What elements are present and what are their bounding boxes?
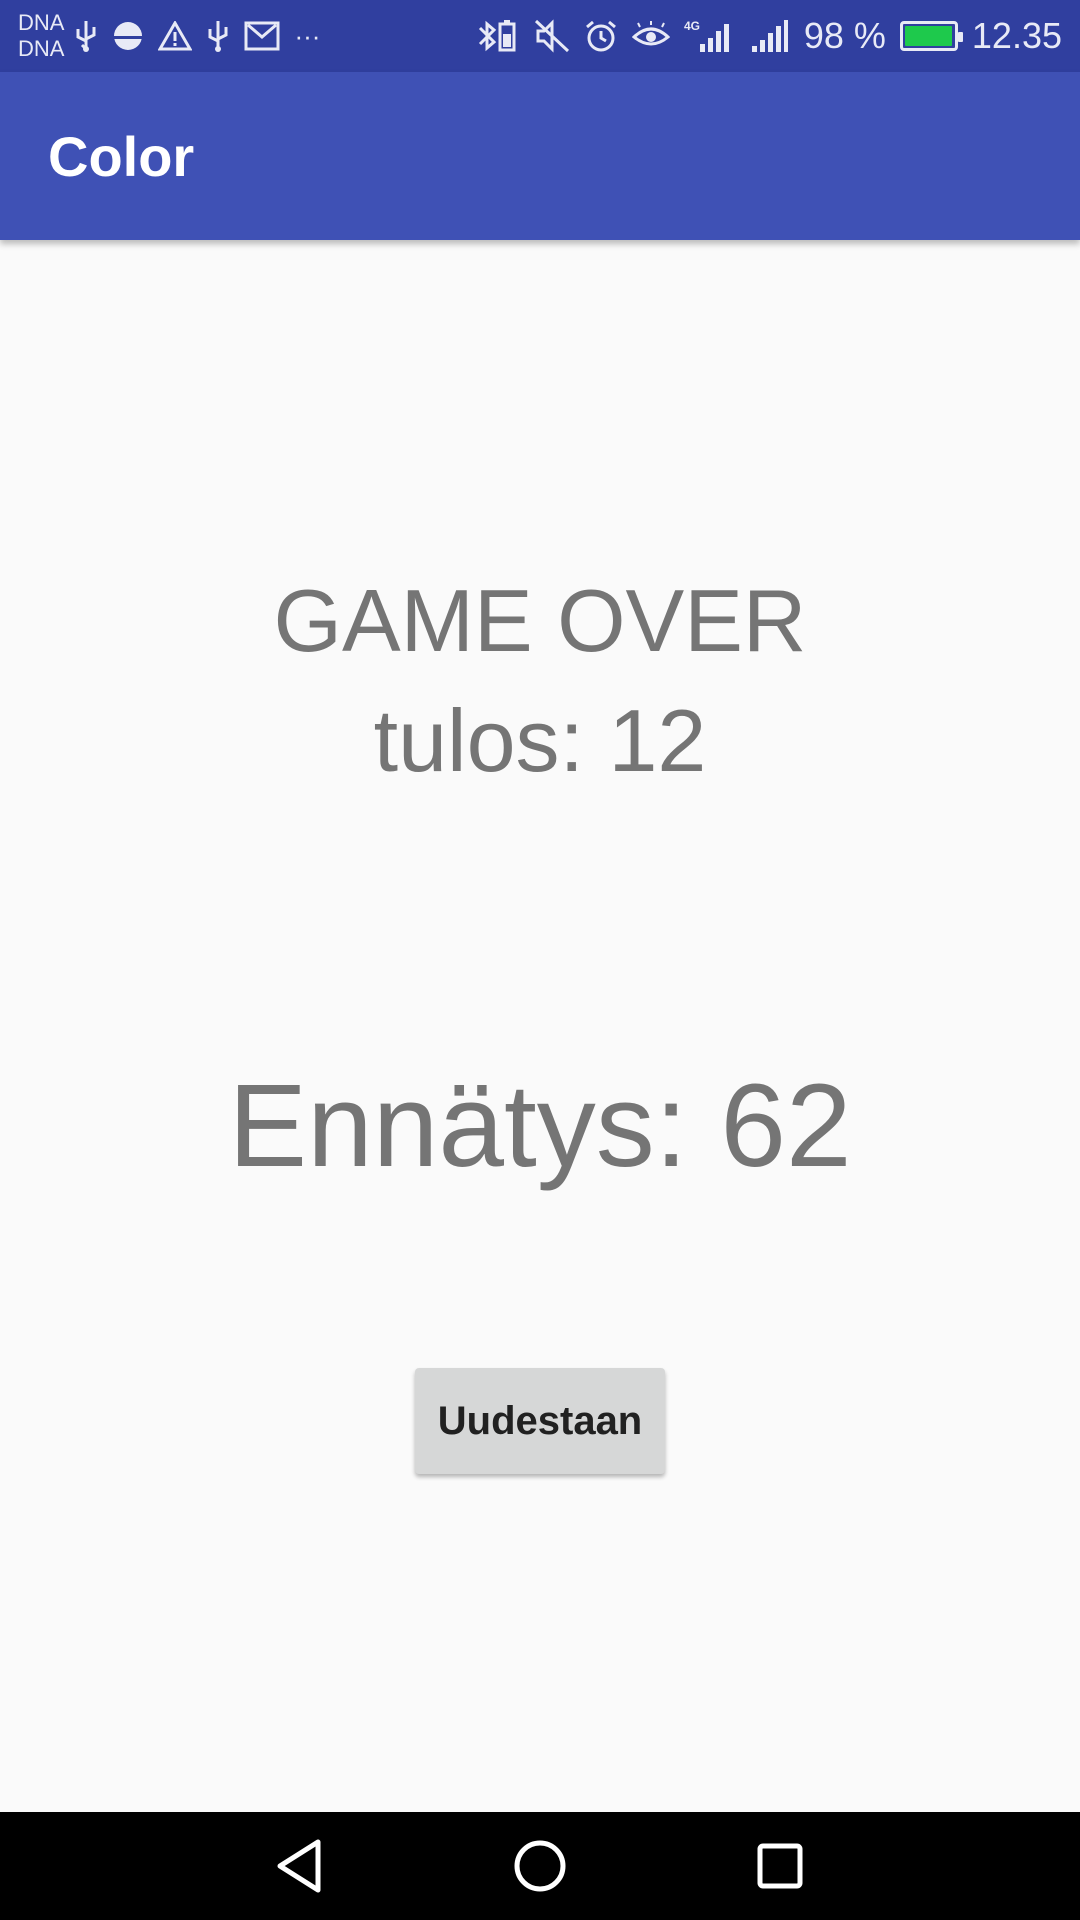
navigation-bar <box>0 1812 1080 1920</box>
back-icon[interactable] <box>270 1836 330 1896</box>
svg-text:4G: 4G <box>684 19 700 33</box>
battery-icon <box>899 21 963 51</box>
status-icons-right: 4G 98 % 12.35 <box>476 15 1062 57</box>
carrier-label-1: DNA <box>18 10 65 35</box>
usb-icon <box>74 18 98 54</box>
mute-icon <box>534 18 570 54</box>
status-bar: DNA DNA ··· 4G 98 % 12.35 <box>0 0 1080 72</box>
gmail-icon <box>244 18 280 54</box>
bluetooth-battery-icon <box>476 18 520 54</box>
status-icons-left: ··· <box>74 18 320 54</box>
carrier-labels: DNA DNA <box>18 10 64 62</box>
app-title: Color <box>48 124 195 188</box>
score-label: tulos: 12 <box>373 691 707 790</box>
carrier-label-2: DNA <box>18 36 65 61</box>
alarm-icon <box>584 18 618 54</box>
app-bar: Color <box>0 72 1080 240</box>
signal-4g-icon: 4G <box>684 18 736 54</box>
signal-icon <box>750 18 790 54</box>
more-notifications-indicator: ··· <box>294 20 321 51</box>
battery-percent: 98 % <box>803 15 886 56</box>
game-over-label: GAME OVER <box>273 571 807 670</box>
game-over-screen: GAME OVER tulos: 12 Ennätys: 62 Uudestaa… <box>0 240 1080 1812</box>
recents-icon[interactable] <box>750 1836 810 1896</box>
record-label: Ennätys: 62 <box>228 1060 852 1192</box>
warning-icon <box>158 18 193 54</box>
usb-icon <box>206 18 230 54</box>
eye-comfort-icon <box>631 18 670 54</box>
retry-button[interactable]: Uudestaan <box>415 1368 665 1474</box>
status-clock: 12.35 <box>971 15 1062 56</box>
data-saver-icon <box>112 18 144 54</box>
home-icon[interactable] <box>510 1836 570 1896</box>
